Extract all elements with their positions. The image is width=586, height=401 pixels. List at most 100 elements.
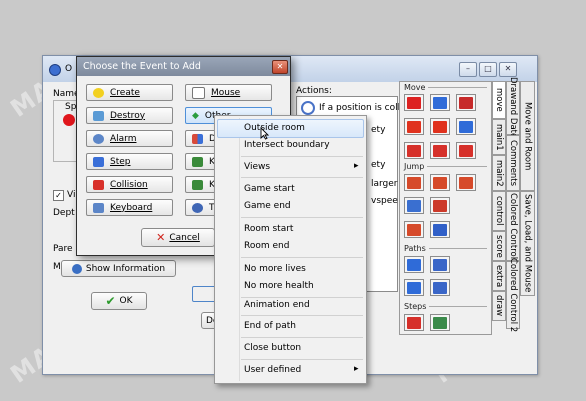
visible-checkbox[interactable]: ✓: [53, 190, 64, 201]
tab-colored-control[interactable]: Colored Control: [506, 191, 520, 261]
action-gravity-icon[interactable]: [456, 118, 476, 135]
ok-button[interactable]: ✔ OK: [91, 292, 147, 310]
action-vspeed-icon[interactable]: [430, 118, 450, 135]
menu-item-game-end[interactable]: Game end: [244, 201, 291, 211]
action-hspeed-icon[interactable]: [404, 118, 424, 135]
tab-save-load-mouse[interactable]: Save, Load, and Mouse: [520, 191, 535, 296]
action-snap-grid-icon[interactable]: [404, 197, 424, 214]
action-jump-random-icon[interactable]: [456, 174, 476, 191]
group-jump: Jump: [404, 162, 487, 171]
action-step-avoid-icon[interactable]: [430, 314, 450, 331]
tab-drawand-date[interactable]: Drawand Date: [506, 77, 520, 139]
action-jump-position-icon[interactable]: [404, 174, 424, 191]
event-alarm-label: Alarm: [110, 133, 137, 144]
menu-separator: [241, 177, 363, 178]
event-create-label: Create: [110, 87, 140, 98]
action-wrap-icon[interactable]: [430, 197, 450, 214]
action-move-fixed-icon[interactable]: [404, 94, 424, 111]
event-mouse-label: Mouse: [211, 87, 241, 98]
tab-colored-control-2[interactable]: Colored Control 2: [506, 258, 520, 332]
action-reverse-v-icon[interactable]: [430, 142, 450, 159]
menu-separator: [241, 315, 363, 316]
sprite-preview: [63, 114, 75, 126]
action-friction-icon[interactable]: [456, 142, 476, 159]
event-destroy-label: Destroy: [110, 110, 146, 121]
event-step-label: Step: [110, 156, 131, 167]
action-line-partial: larger: [371, 179, 398, 189]
action-reverse-h-icon[interactable]: [404, 142, 424, 159]
mouse-icon: [192, 86, 205, 99]
menu-item-end-of-path[interactable]: End of path: [244, 321, 296, 331]
tab-comments[interactable]: Comments: [506, 135, 520, 191]
menu-separator: [241, 359, 363, 360]
cancel-button[interactable]: ✕ Cancel: [141, 228, 215, 247]
depth-label: Dept: [53, 208, 75, 218]
menu-item-room-start[interactable]: Room start: [244, 224, 293, 234]
menu-item-no-more-lives[interactable]: No more lives: [244, 264, 306, 274]
action-end-path-icon[interactable]: [430, 256, 450, 273]
action-line-partial: ety: [371, 160, 386, 170]
event-mouse-button[interactable]: Mouse: [185, 84, 272, 101]
event-alarm-button[interactable]: Alarm: [86, 130, 173, 147]
object-window-title: O: [65, 64, 73, 74]
action-move-towards-icon[interactable]: [456, 94, 476, 111]
keyboard-press-icon: [192, 179, 203, 190]
action-bounce-icon[interactable]: [430, 221, 450, 238]
tab-move[interactable]: move: [492, 81, 506, 119]
menu-separator: [241, 337, 363, 338]
dialog-title: Choose the Event to Add: [83, 61, 201, 72]
action-jump-start-icon[interactable]: [430, 174, 450, 191]
menu-item-intersect-boundary[interactable]: Intersect boundary: [244, 140, 330, 150]
event-create-button[interactable]: Create: [86, 84, 173, 101]
tab-move-and-room[interactable]: Move and Room: [520, 81, 535, 191]
menu-item-outside-room[interactable]: Outside room: [244, 123, 305, 133]
minimize-button[interactable]: –: [459, 62, 477, 77]
close-button[interactable]: ✕: [499, 62, 517, 77]
steps-icon: [93, 156, 104, 167]
event-collision-button[interactable]: Collision: [86, 176, 173, 193]
bulb-icon: [93, 87, 104, 98]
event-step-button[interactable]: Step: [86, 153, 173, 170]
parent-label: Pare: [53, 244, 73, 254]
tab-extra[interactable]: extra: [492, 261, 506, 291]
maximize-button[interactable]: □: [479, 62, 497, 77]
action-set-path-icon[interactable]: [404, 256, 424, 273]
mouse-cursor-icon: [260, 127, 269, 140]
menu-item-game-start[interactable]: Game start: [244, 184, 295, 194]
menu-item-close-button[interactable]: Close button: [244, 343, 301, 353]
other-events-menu: Outside room Intersect boundary Views ▸ …: [214, 115, 367, 384]
show-information-label: Show Information: [85, 263, 166, 274]
key-icon: [192, 156, 203, 167]
action-move-free-icon[interactable]: [430, 94, 450, 111]
menu-item-views[interactable]: Views: [244, 162, 270, 172]
action-move-contact-icon[interactable]: [404, 221, 424, 238]
tab-control[interactable]: control: [492, 191, 506, 231]
show-information-button[interactable]: Show Information: [61, 260, 176, 277]
dialog-close-button[interactable]: ✕: [272, 60, 288, 74]
action-collision-icon: [301, 101, 315, 115]
dialog-titlebar: Choose the Event to Add ✕: [77, 57, 290, 76]
action-path-speed-icon[interactable]: [430, 279, 450, 296]
menu-separator: [241, 156, 363, 157]
menu-item-animation-end[interactable]: Animation end: [244, 300, 310, 310]
cancel-x-icon: ✕: [156, 231, 166, 244]
tab-score[interactable]: score: [492, 231, 506, 261]
tab-draw[interactable]: draw: [492, 291, 506, 321]
menu-item-user-defined[interactable]: User defined: [244, 365, 301, 375]
group-move: Move: [404, 83, 487, 92]
event-collision-label: Collision: [110, 179, 148, 190]
tab-main1[interactable]: main1: [492, 119, 506, 155]
ok-label: OK: [119, 296, 133, 306]
action-path-position-icon[interactable]: [404, 279, 424, 296]
menu-item-no-more-health[interactable]: No more health: [244, 281, 314, 291]
action-step-towards-icon[interactable]: [404, 314, 424, 331]
event-keyboard-label: Keyboard: [110, 202, 153, 213]
draw-icon: [192, 133, 203, 144]
event-destroy-button[interactable]: Destroy: [86, 107, 173, 124]
menu-item-room-end[interactable]: Room end: [244, 241, 289, 251]
event-keyboard-button[interactable]: Keyboard: [86, 199, 173, 216]
trigger-icon: [192, 202, 203, 213]
visible-label: Vi: [67, 190, 76, 200]
tab-main2[interactable]: main2: [492, 155, 506, 191]
action-line: If a position is colli: [319, 103, 403, 113]
